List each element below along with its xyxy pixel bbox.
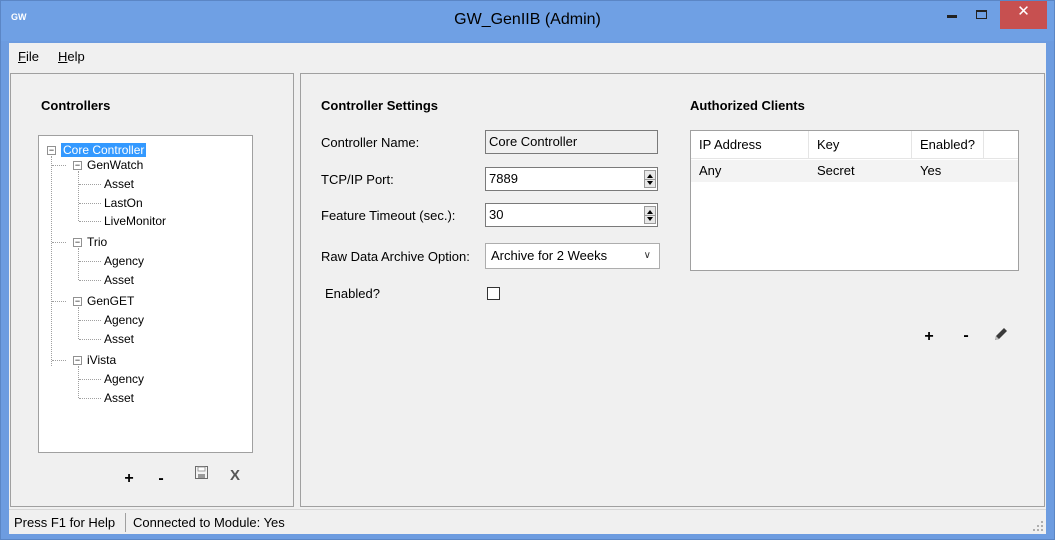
tree-line [79, 203, 101, 204]
clients-table[interactable]: IP Address Key Enabled? Any Secret Yes [690, 130, 1019, 271]
remove-controller-button[interactable]: - [152, 470, 170, 488]
enabled-label: Enabled? [325, 286, 380, 301]
tree-line [52, 301, 66, 302]
tree-node-genwatch-livemonitor[interactable]: LiveMonitor [102, 214, 168, 228]
tree-line [78, 248, 79, 280]
tree-line [79, 184, 101, 185]
tree-line [79, 221, 101, 222]
controller-settings-title: Controller Settings [321, 98, 439, 113]
table-row[interactable]: Any Secret Yes [691, 160, 1018, 182]
close-icon: ✕ [1017, 3, 1030, 20]
resize-grip-icon[interactable] [1032, 520, 1044, 532]
tcp-port-label: TCP/IP Port: [321, 172, 394, 187]
add-client-button[interactable]: + [920, 328, 938, 346]
tree-line [79, 261, 101, 262]
tree-line [79, 320, 101, 321]
authorized-clients-title: Authorized Clients [690, 98, 805, 113]
menu-file[interactable]: File [18, 49, 39, 64]
status-connection-text: Connected to Module: Yes [133, 515, 285, 530]
collapse-icon[interactable]: − [73, 356, 82, 365]
tree-line [79, 398, 101, 399]
controllers-title: Controllers [41, 98, 111, 113]
tree-line [78, 171, 79, 221]
collapse-icon[interactable]: − [47, 146, 56, 155]
pencil-icon [995, 328, 1007, 340]
table-header: IP Address Key Enabled? [691, 131, 1018, 159]
delete-controller-button[interactable]: X [226, 467, 244, 485]
controller-name-label: Controller Name: [321, 135, 420, 150]
status-separator [125, 513, 126, 532]
tree-line [79, 379, 101, 380]
column-header-enabled[interactable]: Enabled? [912, 131, 984, 159]
tree-node-genget-asset[interactable]: Asset [102, 332, 136, 346]
minimize-button[interactable] [939, 1, 965, 29]
tree-line [79, 339, 101, 340]
feature-timeout-stepper[interactable]: 30 [485, 203, 658, 227]
controller-name-field[interactable]: Core Controller [485, 130, 658, 154]
tree-node-core-controller[interactable]: Core Controller [61, 143, 147, 157]
controller-tree[interactable]: − Core Controller − GenWatch Asset LastO… [38, 135, 253, 453]
table-cell: Any [699, 163, 722, 178]
tree-node-ivista-agency[interactable]: Agency [102, 372, 146, 386]
window-title: GW_GenIIB (Admin) [454, 11, 601, 28]
archive-option-select[interactable]: Archive for 2 Weeks ∨ [485, 243, 660, 269]
tcp-port-stepper[interactable]: 7889 [485, 167, 658, 191]
save-controller-button[interactable] [192, 466, 210, 484]
save-icon [194, 466, 208, 479]
settings-panel: Controller Settings Controller Name: Cor… [300, 73, 1045, 507]
table-cell: Secret [817, 163, 855, 178]
tree-node-genget-agency[interactable]: Agency [102, 313, 146, 327]
collapse-icon[interactable]: − [73, 238, 82, 247]
close-button[interactable]: ✕ [1000, 1, 1047, 29]
feature-timeout-label: Feature Timeout (sec.): [321, 208, 456, 223]
tree-line [52, 165, 66, 166]
maximize-icon [975, 9, 987, 19]
archive-option-label: Raw Data Archive Option: [321, 249, 470, 264]
minimize-icon [947, 14, 957, 18]
title-bar[interactable]: GW GW_GenIIB (Admin) ✕ [1, 1, 1054, 41]
tree-line [52, 360, 66, 361]
controllers-panel: Controllers − Core Controller − GenWatch… [10, 73, 294, 507]
tree-line [78, 307, 79, 339]
client-area: File Help Controllers − Core Controller … [9, 43, 1046, 534]
tree-node-genget[interactable]: GenGET [85, 294, 136, 308]
tree-node-genwatch-laston[interactable]: LastOn [102, 196, 145, 210]
tree-line [51, 156, 52, 366]
tree-node-ivista[interactable]: iVista [85, 353, 118, 367]
tree-node-genwatch-asset[interactable]: Asset [102, 177, 136, 191]
tree-line [78, 366, 79, 398]
tree-node-ivista-asset[interactable]: Asset [102, 391, 136, 405]
app-window: GW GW_GenIIB (Admin) ✕ File Help Control… [0, 0, 1055, 540]
spin-buttons-icon[interactable] [644, 170, 656, 188]
enabled-checkbox[interactable] [487, 287, 500, 300]
tree-node-trio-agency[interactable]: Agency [102, 254, 146, 268]
column-header-key[interactable]: Key [809, 131, 912, 159]
menu-bar: File Help [9, 43, 1046, 67]
add-controller-button[interactable]: + [120, 470, 138, 488]
status-help-text: Press F1 for Help [14, 515, 116, 530]
menu-help[interactable]: Help [58, 49, 85, 64]
tree-line [79, 280, 101, 281]
table-cell: Yes [920, 163, 942, 178]
tree-node-genwatch[interactable]: GenWatch [85, 158, 145, 172]
status-bar: Press F1 for Help Connected to Module: Y… [9, 509, 1046, 534]
column-header-ip[interactable]: IP Address [691, 131, 809, 159]
chevron-down-icon: ∨ [643, 250, 651, 261]
spin-buttons-icon[interactable] [644, 206, 656, 224]
tree-node-trio[interactable]: Trio [85, 235, 109, 249]
collapse-icon[interactable]: − [73, 297, 82, 306]
remove-client-button[interactable]: - [957, 327, 975, 345]
maximize-button[interactable] [967, 1, 995, 29]
tree-line [52, 242, 66, 243]
edit-client-button[interactable] [992, 326, 1010, 344]
tree-node-trio-asset[interactable]: Asset [102, 273, 136, 287]
collapse-icon[interactable]: − [73, 161, 82, 170]
